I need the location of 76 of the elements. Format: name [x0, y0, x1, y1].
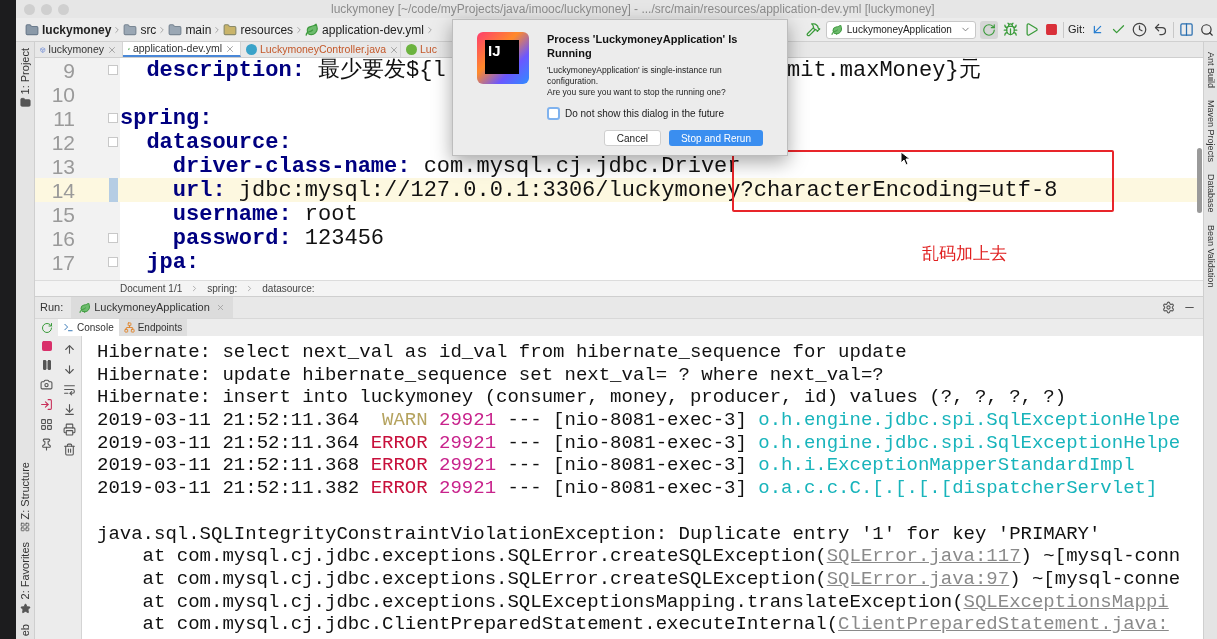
breadcrumb-item[interactable]: luckymoney [24, 20, 113, 39]
breadcrumb-item[interactable]: resources [222, 20, 295, 39]
log-timestamp: 2019-03-11 21:52:11.368 [97, 454, 360, 478]
dialog-title: Process 'LuckymoneyApplication' Is Running [547, 32, 739, 60]
log-timestamp: 2019-03-11 21:52:11.364 [97, 431, 360, 455]
log-logger: o.h.engine.jdbc.spi.SqlExceptionHelpe [758, 431, 1181, 455]
structure-tool-button[interactable]: Z: Structure [16, 461, 34, 533]
line-number: 17 [50, 251, 75, 273]
annotation-note: 乱码加上去 [922, 242, 1007, 265]
log-thread: --- [nio-8081-exec-3] [507, 409, 747, 432]
console-line: Hibernate: insert into luckymoney (consumer, money, producer, id) values (?, ?, ?, ?) [97, 386, 1068, 410]
tool-window-button[interactable]: Maven Projects [1203, 100, 1217, 163]
structure-breadcrumb[interactable]: spring: [207, 281, 238, 296]
stack-frame: at com.mysql.cj.jdbc.ClientPreparedStatement.executeInternal( [142, 613, 839, 636]
window-title: luckymoney [~/code/myProjects/java/imooc/luckymoney] - .../src/main/resources/application-dev.yml [luckymoney] [331, 1, 935, 18]
line-number: 13 [50, 155, 75, 177]
tool-window-button[interactable]: Bean Validation [1203, 224, 1217, 287]
log-level: WARN [381, 409, 428, 432]
editor-tab[interactable]: LuckymoneyController.java [241, 42, 401, 57]
yaml-key: url: [120, 173, 226, 207]
tool-window-button[interactable]: Ant Build [1203, 52, 1217, 89]
log-thread: --- [nio-8081-exec-3] [507, 477, 747, 500]
run-label: Run: [40, 300, 64, 316]
git-label: Git: [1067, 22, 1085, 38]
structure-breadcrumb[interactable]: datasource: [262, 281, 315, 296]
log-pid: 29921 [439, 454, 497, 478]
line-number: 10 [50, 83, 75, 105]
run-configuration-dropdown[interactable]: LuckymoneyApplication [825, 20, 976, 39]
log-logger: o.h.engine.jdbc.spi.SqlExceptionHelpe [758, 409, 1181, 432]
log-thread: --- [nio-8081-exec-3] [507, 431, 747, 455]
log-timestamp: 2019-03-11 21:52:11.364 [97, 409, 360, 432]
checkbox-label: Do not show this dialog in the future [565, 107, 724, 121]
line-number: 11 [52, 107, 75, 129]
dialog-question: Are you sure you want to stop the running one? [547, 87, 727, 98]
exception-message: java.sql.SQLIntegrityConstraintViolationException: Duplicate entry '1' for key 'PRIMARY' [97, 522, 1102, 546]
dialog-button[interactable]: Cancel [603, 130, 661, 146]
yaml-value: ?characterEncoding=utf-8 [740, 176, 1058, 205]
log-timestamp: 2019-03-11 21:52:11.382 [97, 477, 360, 500]
log-pid: 29921 [439, 431, 497, 455]
structure-breadcrumb[interactable]: Document 1/1 [120, 281, 183, 296]
tool-window-button[interactable]: Database [1203, 174, 1217, 213]
ide-logo: IJ [477, 32, 529, 84]
log-level: ERROR [369, 431, 428, 455]
yaml-key: description: [120, 58, 305, 87]
log-level: ERROR [369, 454, 428, 478]
run-tab[interactable]: LuckymoneyApplication [71, 297, 233, 318]
log-level: ERROR [369, 477, 428, 500]
stack-frame-suffix: ) ~[mysql-conne [1009, 567, 1181, 591]
editor-tab[interactable]: application-dev.yml [123, 42, 241, 57]
stack-frame: at com.mysql.cj.jdbc.exceptions.SQLExceptionsMapping.translateException( [142, 590, 964, 614]
breadcrumb-item[interactable]: src [122, 20, 158, 39]
yaml-value: 最少要发${l [317, 58, 446, 85]
stack-frame-suffix: ) ~[mysql-conn [1020, 545, 1181, 568]
log-logger: o.a.c.c.C.[.[.[.[dispatcherServlet] [758, 477, 1158, 500]
line-number: 16 [50, 227, 75, 249]
breadcrumb-item[interactable]: application-dev.yml [304, 20, 425, 39]
line-number: 15 [50, 203, 75, 225]
stack-frame: at com.mysql.cj.jdbc.exceptions.SQLError.createSQLException( [142, 567, 827, 591]
console-line: Hibernate: select next_val as id_val from hibernate_sequence for update [97, 341, 908, 364]
stack-frame: at com.mysql.cj.jdbc.exceptions.SQLError.createSQLException( [142, 545, 827, 568]
line-number: 12 [50, 131, 75, 153]
web-tool-button[interactable]: eb [19, 623, 31, 639]
log-logger: o.h.i.ExceptionMapperStandardImpl [758, 454, 1135, 478]
breadcrumb-item[interactable]: main [167, 20, 213, 39]
log-pid: 29921 [439, 409, 497, 432]
console-line: Hibernate: update hibernate_sequence set next_val= ? where next_val=? [97, 363, 885, 387]
log-pid: 29921 [439, 477, 497, 500]
console-tab[interactable]: Endpoints [118, 319, 188, 336]
log-thread: --- [nio-8081-exec-3] [507, 454, 747, 478]
console-tab[interactable]: Console [58, 319, 119, 336]
project-tool-button[interactable]: 1: Project [16, 48, 34, 109]
line-number: 9 [62, 59, 75, 81]
dialog-message: 'LuckymoneyApplication' is single-instance run configuration. [547, 65, 723, 87]
favorites-tool-button[interactable]: 2: Favorites [16, 542, 34, 614]
yaml-value: mit.maxMoney}元 [787, 58, 981, 85]
line-number: 14 [50, 179, 75, 201]
